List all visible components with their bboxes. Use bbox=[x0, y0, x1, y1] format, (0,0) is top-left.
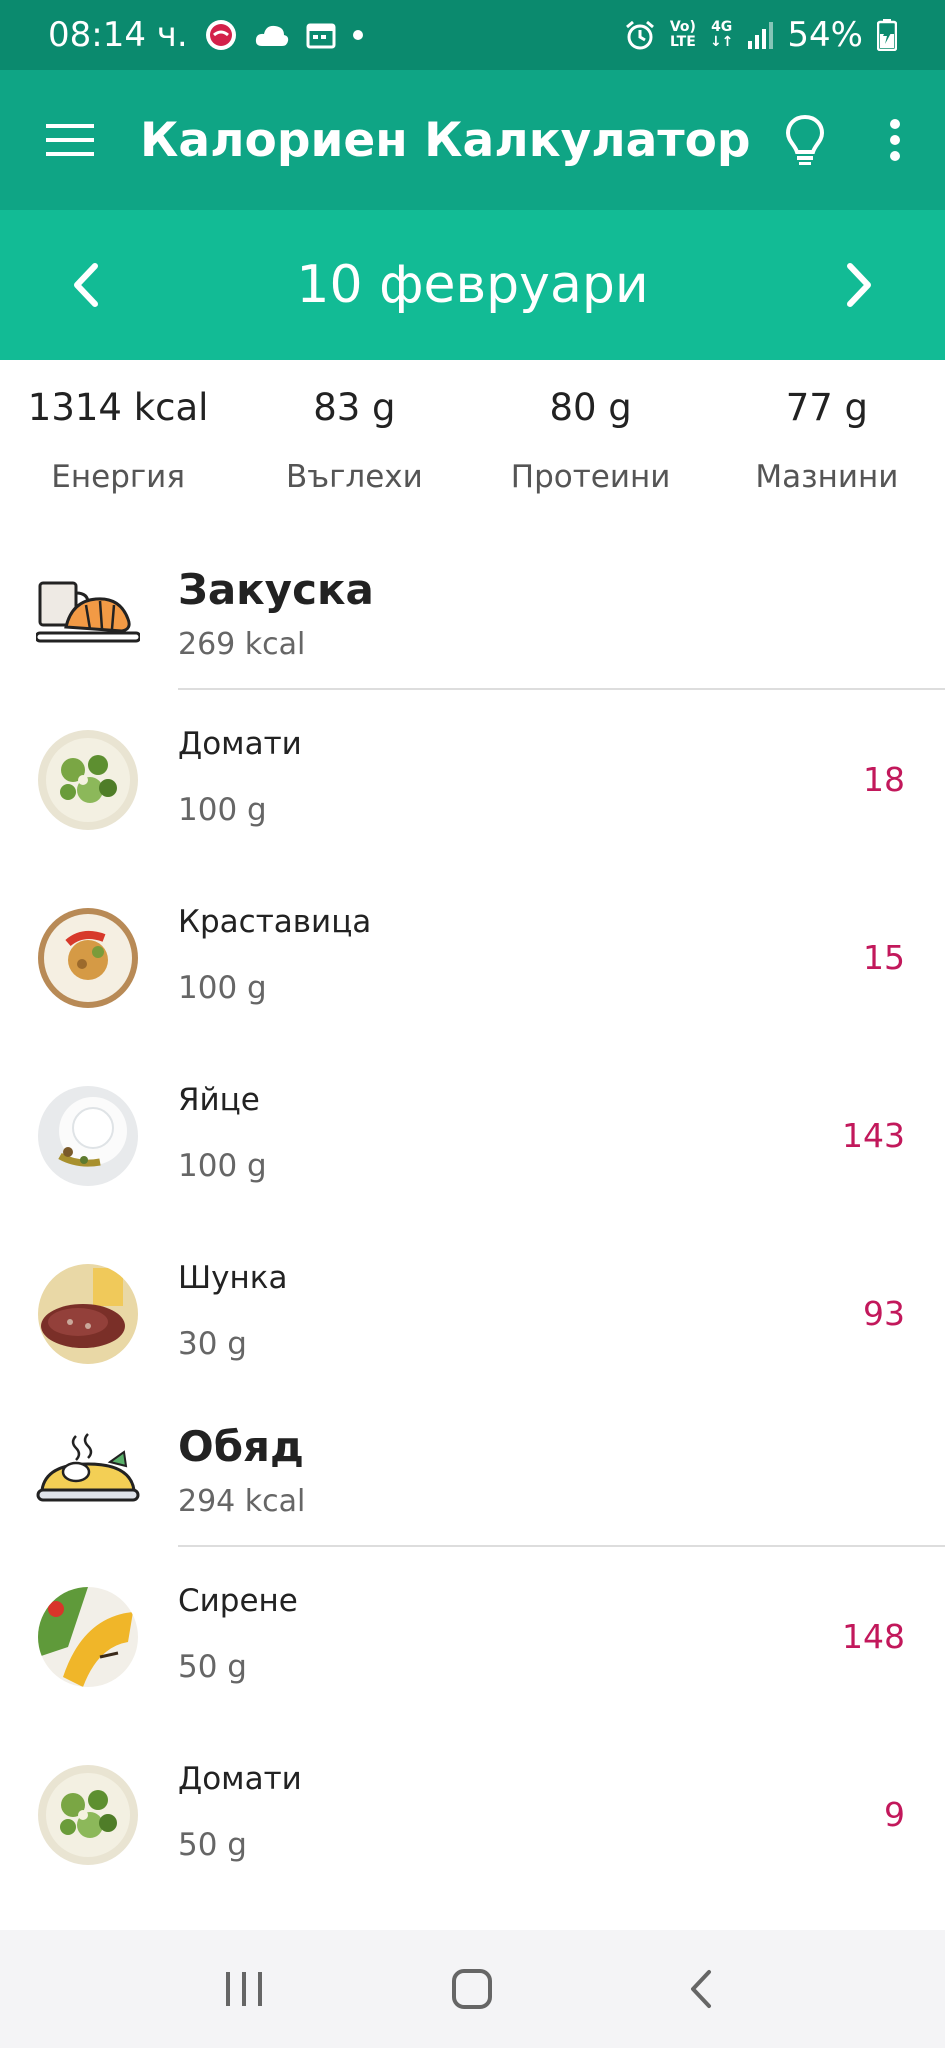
food-quantity: 100 g bbox=[178, 1148, 267, 1184]
menu-button[interactable] bbox=[0, 70, 140, 210]
food-quantity: 30 g bbox=[178, 1326, 247, 1362]
food-quantity: 50 g bbox=[178, 1827, 247, 1863]
summary-fat: 77 g Мазнини bbox=[709, 360, 945, 510]
battery-charging-icon bbox=[877, 19, 897, 51]
system-nav-bar bbox=[0, 1930, 945, 2048]
status-bar: 08:14 ч. Vo) LTE 4G ↓↑ 54% bbox=[0, 0, 945, 70]
food-name: Шунка bbox=[178, 1260, 288, 1296]
plate-thumb bbox=[38, 908, 138, 1008]
food-item[interactable]: Яйце 100 g 143 bbox=[0, 1046, 945, 1224]
network-type-label: 4G bbox=[711, 19, 733, 35]
food-item[interactable]: Шунка 30 g 93 bbox=[0, 1224, 945, 1402]
food-item[interactable]: Домати 100 g 18 bbox=[0, 690, 945, 868]
summary-carbs: 83 g Въглехи bbox=[236, 360, 472, 510]
food-name: Сирене bbox=[178, 1583, 298, 1619]
previous-day-button[interactable] bbox=[0, 210, 170, 360]
signal-icon bbox=[747, 21, 774, 49]
home-icon bbox=[452, 1969, 493, 2009]
food-kcal: 143 bbox=[842, 1116, 905, 1155]
recent-apps-icon bbox=[226, 1972, 263, 2006]
app-title: Калориен Калкулатор bbox=[140, 112, 751, 168]
app-notification-icon bbox=[204, 18, 238, 52]
cloud-icon bbox=[254, 22, 290, 48]
current-date[interactable]: 10 февруари bbox=[296, 255, 648, 315]
volte-line-2: LTE bbox=[670, 34, 696, 50]
salad-thumb bbox=[38, 1765, 138, 1865]
summary-label: Въглехи bbox=[285, 459, 423, 495]
more-options-button[interactable] bbox=[855, 70, 935, 210]
meat-thumb bbox=[38, 1264, 138, 1364]
food-item[interactable]: Сирене 50 g 148 bbox=[0, 1547, 945, 1725]
food-kcal: 148 bbox=[842, 1617, 905, 1656]
food-name: Краставица bbox=[178, 904, 372, 940]
omelette-thumb bbox=[38, 1587, 138, 1687]
calendar-icon bbox=[306, 20, 336, 50]
food-quantity: 50 g bbox=[178, 1649, 247, 1685]
food-item[interactable]: Краставица 100 g 15 bbox=[0, 868, 945, 1046]
recent-apps-button[interactable] bbox=[184, 1930, 304, 2048]
salad-thumb bbox=[38, 730, 138, 830]
food-kcal: 15 bbox=[863, 938, 905, 977]
summary-label: Мазнини bbox=[755, 459, 899, 495]
back-icon bbox=[690, 1970, 711, 2008]
food-item[interactable]: Домати 50 g 9 bbox=[0, 1725, 945, 1903]
meal-kcal: 294 kcal bbox=[178, 1484, 306, 1519]
app-bar: Калориен Калкулатор bbox=[0, 70, 945, 210]
more-vert-icon bbox=[890, 119, 900, 161]
food-kcal: 9 bbox=[884, 1795, 905, 1834]
summary-value: 80 g bbox=[549, 386, 632, 429]
lightbulb-icon bbox=[785, 114, 825, 165]
chevron-right-icon bbox=[847, 263, 871, 307]
chevron-left-icon bbox=[74, 263, 98, 307]
food-kcal: 93 bbox=[863, 1294, 905, 1333]
meal-header-lunch[interactable]: Обяд 294 kcal bbox=[0, 1402, 945, 1547]
hamburger-menu-icon bbox=[46, 124, 94, 156]
meal-kcal: 269 kcal bbox=[178, 627, 306, 662]
food-quantity: 100 g bbox=[178, 792, 267, 828]
summary-value: 83 g bbox=[313, 386, 396, 429]
yogurt-thumb bbox=[38, 1086, 138, 1186]
volte-icon: Vo) LTE bbox=[670, 20, 696, 50]
summary-protein: 80 g Протеини bbox=[473, 360, 709, 510]
meal-name: Обяд bbox=[178, 1422, 304, 1471]
summary-value: 1314 kcal bbox=[27, 386, 209, 429]
food-name: Яйце bbox=[178, 1082, 260, 1118]
tips-button[interactable] bbox=[755, 70, 855, 210]
summary-label: Енергия bbox=[51, 459, 185, 495]
dot-icon bbox=[352, 29, 364, 41]
meal-name: Закуска bbox=[178, 565, 374, 614]
food-name: Домати bbox=[178, 1761, 302, 1797]
next-day-button[interactable] bbox=[775, 210, 945, 360]
daily-summary: 1314 kcal Енергия 83 g Въглехи 80 g Прот… bbox=[0, 360, 945, 510]
lunch-icon bbox=[36, 1432, 140, 1512]
volte-line-1: Vo) bbox=[669, 19, 696, 35]
battery-percent: 54% bbox=[787, 15, 863, 55]
network-type-icon: 4G ↓↑ bbox=[709, 19, 734, 50]
back-button[interactable] bbox=[641, 1930, 761, 2048]
food-quantity: 100 g bbox=[178, 970, 267, 1006]
alarm-icon bbox=[624, 19, 656, 51]
summary-label: Протеини bbox=[510, 459, 671, 495]
meal-list: Закуска 269 kcal Домати 100 g 18 Крастав… bbox=[0, 545, 945, 1903]
summary-energy: 1314 kcal Енергия bbox=[0, 360, 236, 510]
date-bar: 10 февруари bbox=[0, 210, 945, 360]
status-time: 08:14 ч. bbox=[48, 15, 188, 55]
food-name: Домати bbox=[178, 726, 302, 762]
food-kcal: 18 bbox=[863, 760, 905, 799]
home-button[interactable] bbox=[412, 1930, 532, 2048]
breakfast-icon bbox=[34, 575, 142, 655]
summary-value: 77 g bbox=[785, 386, 869, 429]
meal-header-breakfast[interactable]: Закуска 269 kcal bbox=[0, 545, 945, 690]
